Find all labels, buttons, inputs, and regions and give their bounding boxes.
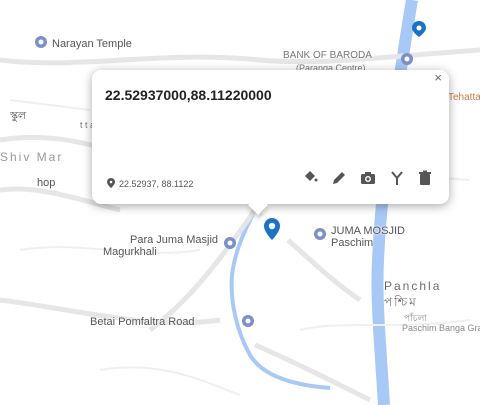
- popup-coordinates: 22.52937, 88.1122: [107, 178, 193, 189]
- label-paschim: Panchla: [384, 279, 442, 293]
- trash-icon[interactable]: [417, 170, 433, 186]
- label-magurkhali: JUMA MOSJID: [331, 225, 405, 237]
- temple-pin-icon: [35, 36, 47, 48]
- label-narayan-temple: Narayan Temple: [35, 33, 132, 50]
- pencil-icon[interactable]: [331, 170, 347, 186]
- bank-pin-icon: [242, 315, 254, 327]
- coordinates-text: 22.52937, 88.1122: [119, 179, 194, 189]
- label-tta: Shiv Mar: [0, 150, 64, 164]
- close-button[interactable]: ×: [434, 71, 442, 85]
- location-info-popup: 22.52937000,88.11220000 × 22.52937, 88.1…: [92, 70, 449, 215]
- bank-pin-icon: [401, 53, 413, 65]
- location-pin-icon: [412, 21, 426, 37]
- popup-title: 22.52937000,88.11220000: [105, 87, 272, 103]
- label-shiv-mar: hop: [37, 177, 56, 189]
- branch-icon[interactable]: [389, 170, 405, 186]
- label-bank-of-baroda: BANK OF BARODA: [283, 50, 372, 61]
- map-canvas[interactable]: Narayan Temple BANK OF BARODA (Paranga C…: [0, 0, 480, 405]
- mosque-pin-icon: [314, 228, 326, 240]
- label-para-juma: Magurkhali: [103, 246, 157, 258]
- camera-icon[interactable]: [360, 170, 376, 186]
- pin-icon: [107, 178, 115, 188]
- label-paschim-banga: Betai Pomfaltra Road: [90, 316, 195, 328]
- label-tehatta-high: স্কুল: [10, 110, 27, 122]
- label-tehatta-kayal: Para Juma Masjid: [130, 234, 219, 246]
- label-bengali-2: Paschim Banga Gramin: [402, 323, 480, 333]
- mosque-pin-icon: [224, 237, 236, 249]
- label-juma-mosjid: Paschim: [331, 237, 374, 249]
- paint-bucket-icon[interactable]: [302, 170, 318, 186]
- label-shop: Tehatta Kayal: [448, 92, 480, 103]
